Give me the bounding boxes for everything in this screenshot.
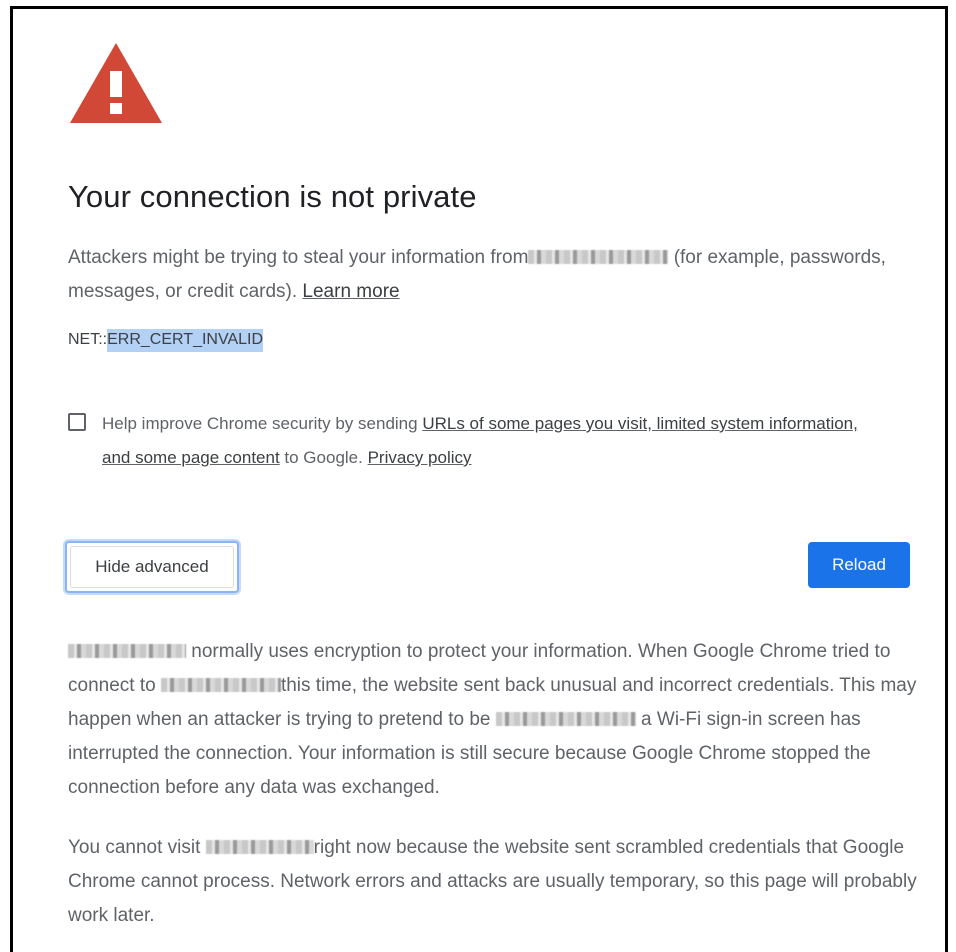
learn-more-link[interactable]: Learn more	[302, 281, 399, 302]
intro-text: Attackers might be trying to steal your …	[68, 247, 529, 268]
security-reporting-checkbox[interactable]	[68, 413, 86, 431]
warning-triangle-icon	[70, 43, 162, 123]
error-code: NET::ERR_CERT_INVALID	[68, 329, 264, 352]
error-prefix: NET::	[68, 331, 108, 348]
details-paragraph-2: You cannot visit right now because the w…	[68, 831, 918, 933]
redacted-hostname	[205, 840, 314, 854]
hide-advanced-label: Hide advanced	[70, 546, 234, 588]
redacted-hostname	[160, 678, 281, 692]
details-p2-text: You cannot visit	[68, 837, 206, 858]
details-paragraph-1: normally uses encryption to protect your…	[68, 635, 918, 805]
privacy-policy-link[interactable]: Privacy policy	[368, 448, 472, 467]
redacted-hostname	[528, 250, 669, 264]
hide-advanced-button[interactable]: Hide advanced	[65, 541, 239, 593]
checkbox-text-before: Help improve Chrome security by sending	[102, 414, 423, 433]
page-title: Your connection is not private	[68, 179, 477, 214]
browser-page: Your connection is not private Attackers…	[10, 6, 948, 952]
checkbox-label: Help improve Chrome security by sending …	[102, 407, 862, 475]
checkbox-text-middle: to Google.	[279, 448, 368, 467]
reload-button[interactable]: Reload	[808, 542, 910, 588]
redacted-hostname	[495, 712, 636, 726]
error-code-selected: ERR_CERT_INVALID	[107, 329, 264, 352]
redacted-hostname	[68, 644, 186, 658]
intro-message: Attackers might be trying to steal your …	[68, 241, 918, 309]
